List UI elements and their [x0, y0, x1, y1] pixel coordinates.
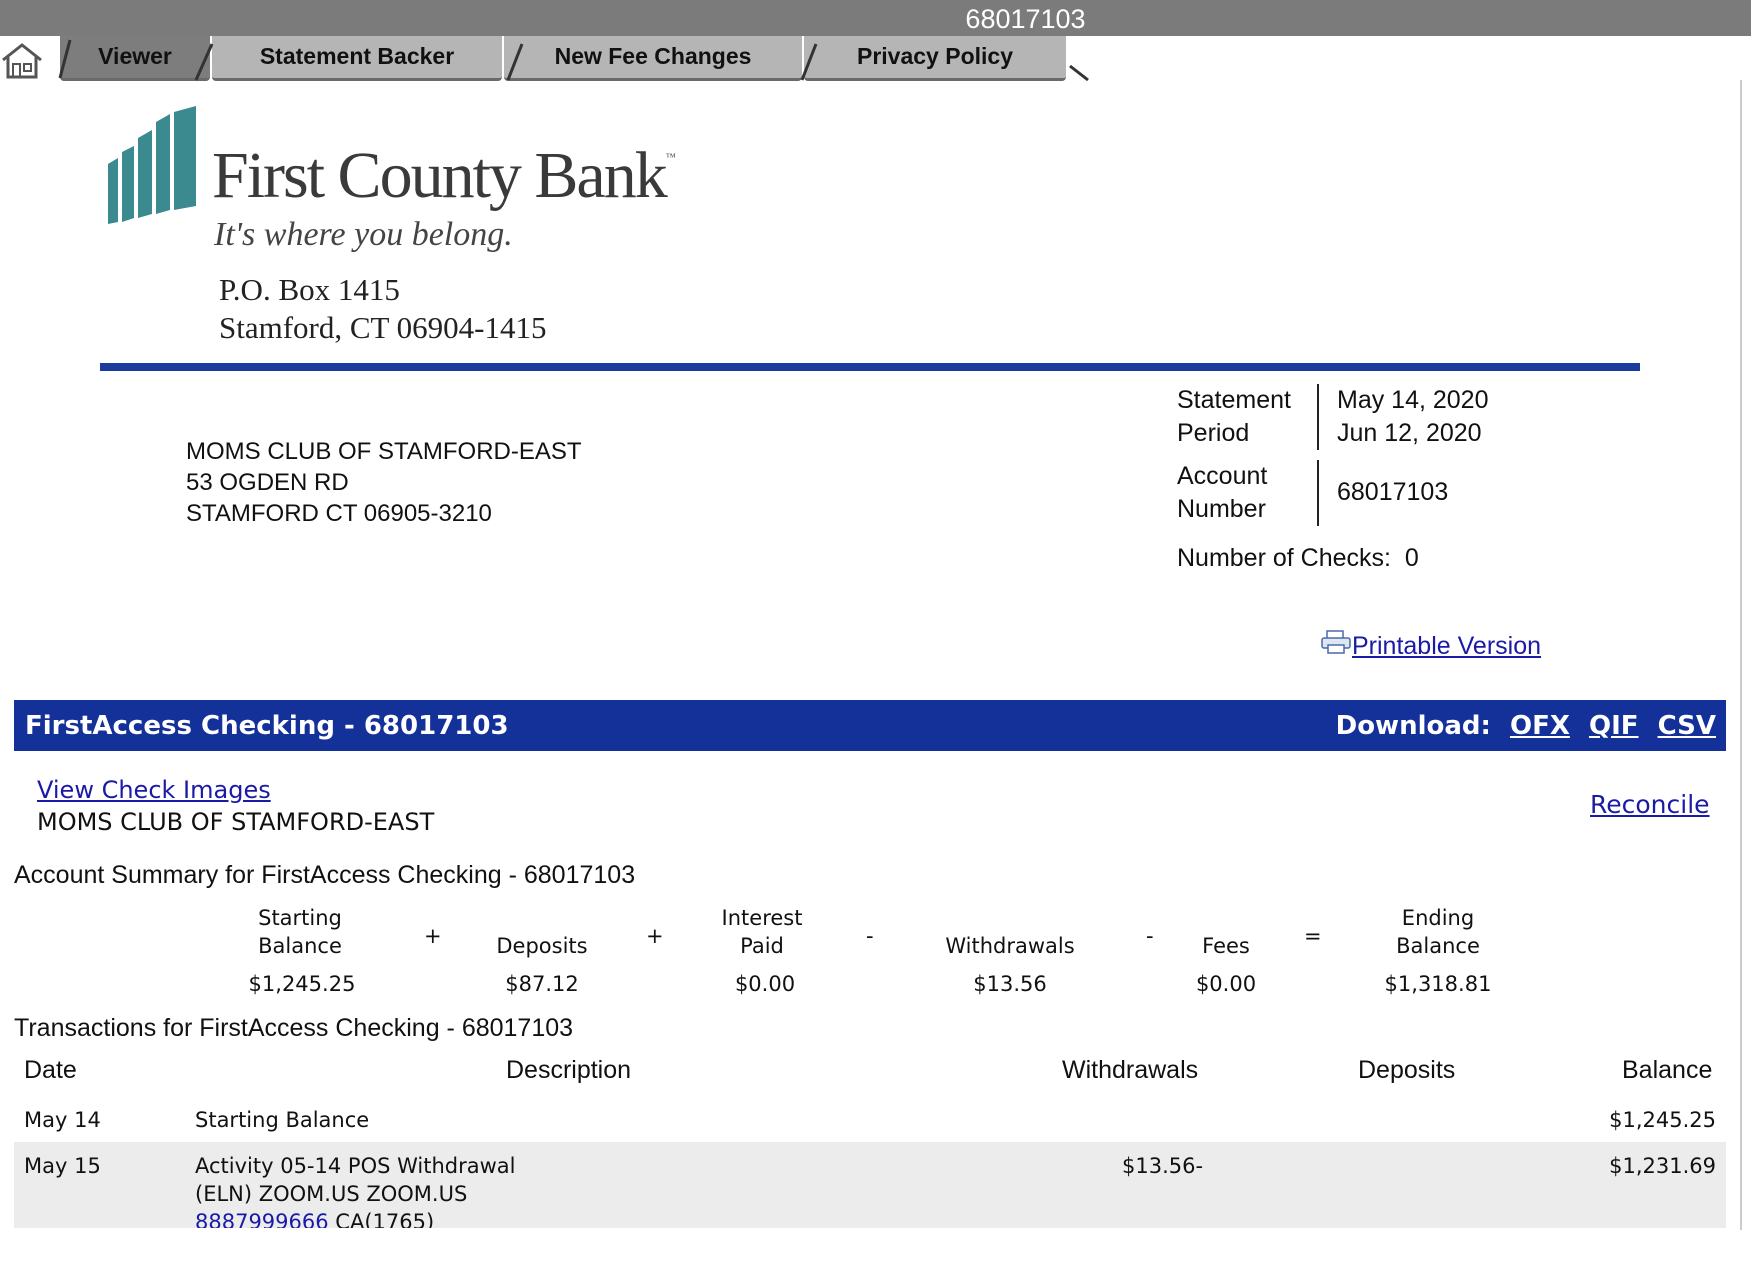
summary-op-minus: - [1146, 924, 1154, 948]
summary-fees-label: Fees [1202, 934, 1250, 958]
statement-period-label: Statement Period [1177, 386, 1291, 447]
summary-ending-value: $1,318.81 [1384, 972, 1492, 996]
bank-logo-icon [108, 106, 196, 224]
summary-op-equals: = [1304, 924, 1322, 948]
row-description: Activity 05-14 POS Withdrawal (ELN) ZOOM… [195, 1152, 516, 1228]
customer-address: MOMS CLUB OF STAMFORD-EAST 53 OGDEN RD S… [186, 436, 582, 529]
summary-interest-value: $0.00 [734, 972, 796, 996]
summary-deposits-label: Deposits [496, 934, 588, 958]
bank-address-line1: P.O. Box 1415 [219, 272, 400, 307]
page-edge [1740, 80, 1742, 1230]
customer-name: MOMS CLUB OF STAMFORD-EAST [186, 438, 582, 465]
divider [1317, 460, 1319, 526]
account-number-label: Account Number [1177, 462, 1268, 523]
column-header-withdrawals: Withdrawals [1062, 1056, 1199, 1084]
column-header-date: Date [24, 1056, 77, 1084]
bank-address-line2: Stamford, CT 06904-1415 [219, 310, 547, 345]
summary-op-plus: + [424, 924, 442, 948]
table-row: May 15 Activity 05-14 POS Withdrawal (EL… [14, 1142, 1726, 1228]
statement-period-value: May 14, 2020 Jun 12, 2020 [1337, 386, 1489, 447]
number-of-checks: Number of Checks: 0 [1177, 544, 1419, 572]
summary-deposits-value: $87.12 [505, 972, 579, 996]
account-holder-name: MOMS CLUB OF STAMFORD-EAST [37, 808, 435, 836]
window-title: 68017103 [965, 4, 1086, 34]
divider [1317, 384, 1319, 450]
table-row: May 14 Starting Balance $1,245.25 [14, 1100, 1726, 1142]
summary-withdrawals-value: $13.56 [973, 972, 1047, 996]
summary-ending-label: Ending Balance [1396, 906, 1480, 958]
customer-city: STAMFORD CT 06905-3210 [186, 500, 492, 527]
account-number-value: 68017103 [1337, 478, 1449, 506]
tab-separators [58, 39, 1089, 82]
account-title: FirstAccess Checking - 68017103 [25, 711, 509, 741]
summary-starting-label: Starting Balance [258, 906, 342, 958]
summary-fees-value: $0.00 [1195, 972, 1257, 996]
bank-name: First County Bank™ [212, 139, 675, 212]
reconcile-link[interactable]: Reconcile [1590, 790, 1710, 819]
account-summary-title: Account Summary for FirstAccess Checking… [14, 861, 636, 889]
download-csv-link[interactable]: CSV [1658, 711, 1716, 741]
view-check-images-link[interactable]: View Check Images [37, 776, 271, 804]
bank-tagline: It's where you belong. [214, 216, 513, 253]
summary-op-plus: + [646, 924, 664, 948]
transactions-title: Transactions for FirstAccess Checking - … [14, 1014, 574, 1042]
download-links: Download: OFX QIF CSV [1336, 711, 1716, 741]
row-date: May 15 [24, 1154, 101, 1178]
row-withdrawal: $13.56- [1122, 1154, 1204, 1178]
row-description: Starting Balance [195, 1108, 370, 1132]
header-divider [100, 363, 1640, 371]
column-header-balance: Balance [1622, 1056, 1713, 1084]
summary-starting-value: $1,245.25 [248, 972, 356, 996]
summary-interest-label: Interest Paid [721, 906, 803, 958]
printable-version-link[interactable]: Printable Version [1352, 632, 1541, 661]
column-header-deposits: Deposits [1358, 1056, 1456, 1084]
download-qif-link[interactable]: QIF [1589, 711, 1639, 741]
customer-street: 53 OGDEN RD [186, 469, 349, 496]
printer-icon[interactable] [1321, 630, 1351, 654]
column-header-description: Description [506, 1056, 632, 1084]
summary-op-minus: - [866, 924, 874, 948]
download-label: Download: [1335, 711, 1491, 741]
account-header-bar: FirstAccess Checking - 68017103 Download… [14, 700, 1726, 751]
statement-info: Statement Period May 14, 2020 Jun 12, 2020… [1177, 384, 1489, 526]
phone-link[interactable]: 8887999666 [195, 1210, 329, 1228]
row-balance: $1,231.69 [1609, 1154, 1716, 1178]
summary-withdrawals-label: Withdrawals [945, 934, 1075, 958]
download-ofx-link[interactable]: OFX [1510, 711, 1570, 741]
row-balance: $1,245.25 [1609, 1108, 1716, 1132]
title-bar: 68017103 [0, 0, 1751, 36]
row-date: May 14 [24, 1108, 101, 1132]
